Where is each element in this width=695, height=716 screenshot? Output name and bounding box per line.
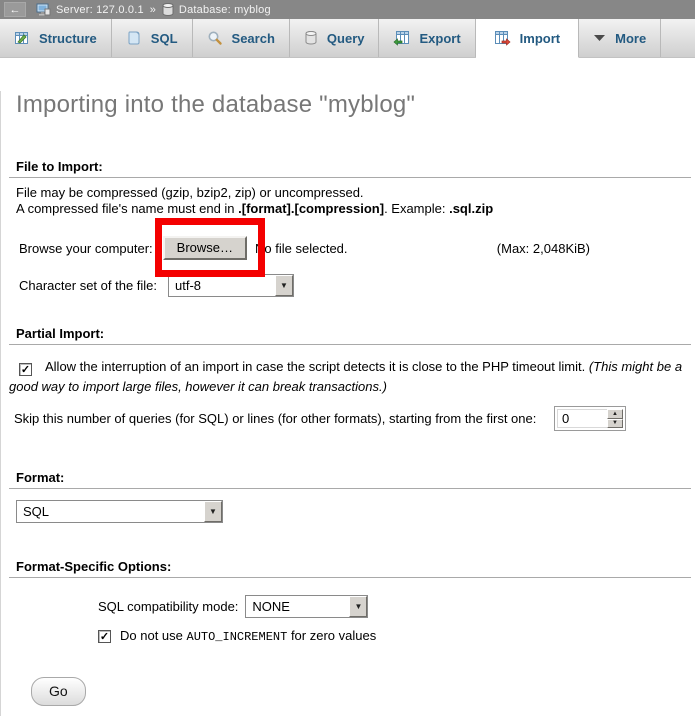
file-to-import-heading: File to Import: <box>9 159 691 178</box>
page-title: Importing into the database "myblog" <box>16 91 695 119</box>
format-select[interactable]: SQL ▼ <box>16 500 223 523</box>
server-icon <box>36 3 51 16</box>
tab-sql[interactable]: SQL <box>112 19 193 57</box>
tab-import[interactable]: Import <box>476 19 579 58</box>
import-content: Importing into the database "myblog" Fil… <box>0 91 695 716</box>
breadcrumb-database[interactable]: Database: myblog <box>179 4 271 16</box>
sql-compat-label: SQL compatibility mode: <box>98 599 238 614</box>
sql-compat-select[interactable]: NONE ▼ <box>245 595 368 618</box>
search-icon <box>207 30 223 46</box>
format-selected-value: SQL <box>17 501 204 522</box>
go-button[interactable]: Go <box>31 677 86 706</box>
format-heading: Format: <box>9 470 691 489</box>
breadcrumb-bar: ← Server: 127.0.0.1 » Database: myblog <box>0 0 695 19</box>
back-arrow-icon: ← <box>10 4 21 16</box>
stepper-down-icon[interactable]: ▼ <box>607 419 623 429</box>
sql-compat-row: SQL compatibility mode: NONE ▼ <box>98 595 695 618</box>
auto-increment-checkbox[interactable]: ✓ <box>98 630 111 643</box>
chevron-down-icon <box>593 34 606 42</box>
format-specific-heading: Format-Specific Options: <box>9 559 691 578</box>
tab-bar: Structure SQL Search Query Export <box>0 19 695 58</box>
export-icon <box>393 30 410 46</box>
tab-label: Search <box>232 31 275 46</box>
tab-label: SQL <box>151 31 178 46</box>
compression-info-line1: File may be compressed (gzip, bzip2, zip… <box>16 185 695 201</box>
structure-icon <box>14 30 30 46</box>
import-icon <box>494 30 511 46</box>
dropdown-arrow-icon: ▼ <box>275 275 293 296</box>
tab-export[interactable]: Export <box>379 19 475 57</box>
tab-label: Query <box>327 31 365 46</box>
tab-label: Export <box>419 31 460 46</box>
breadcrumb-separator: » <box>150 4 156 16</box>
skip-queries-value[interactable]: 0 <box>557 409 607 428</box>
phpmyadmin-import-page: ← Server: 127.0.0.1 » Database: myblog S… <box>0 0 695 716</box>
allow-interruption-checkbox[interactable]: ✓ <box>19 363 32 376</box>
tab-label: Import <box>520 31 560 46</box>
charset-selected-value: utf-8 <box>169 275 275 296</box>
tab-label: More <box>615 31 646 46</box>
allow-interruption-text: Allow the interruption of an import in c… <box>45 359 589 374</box>
dropdown-arrow-icon: ▼ <box>204 501 222 522</box>
back-button[interactable]: ← <box>4 2 26 17</box>
tab-search[interactable]: Search <box>193 19 290 57</box>
max-size-note: (Max: 2,048KiB) <box>497 241 590 256</box>
tab-query[interactable]: Query <box>290 19 380 57</box>
breadcrumb-server[interactable]: Server: 127.0.0.1 <box>56 4 144 16</box>
tab-structure[interactable]: Structure <box>0 19 112 57</box>
file-upload-row: Browse your computer: Browse… No file se… <box>19 236 695 260</box>
charset-row: Character set of the file: utf-8 ▼ <box>19 274 695 297</box>
tab-label: Structure <box>39 31 97 46</box>
sql-icon <box>126 30 142 46</box>
sql-compat-selected-value: NONE <box>246 596 349 617</box>
partial-import-heading: Partial Import: <box>9 326 691 345</box>
compression-info-line2: A compressed file's name must end in .[f… <box>16 201 695 217</box>
skip-queries-stepper[interactable]: 0 ▲ ▼ <box>554 406 626 431</box>
charset-select[interactable]: utf-8 ▼ <box>168 274 294 297</box>
auto-increment-text: Do not use AUTO_INCREMENT for zero value… <box>120 628 376 644</box>
tab-more[interactable]: More <box>579 19 661 57</box>
dropdown-arrow-icon: ▼ <box>349 596 367 617</box>
browse-button[interactable]: Browse… <box>163 236 247 260</box>
charset-label: Character set of the file: <box>19 278 168 293</box>
skip-queries-row: Skip this number of queries (for SQL) or… <box>14 406 626 431</box>
database-icon <box>162 3 174 16</box>
auto-increment-row: ✓ Do not use AUTO_INCREMENT for zero val… <box>98 628 695 644</box>
skip-queries-label: Skip this number of queries (for SQL) or… <box>14 411 536 426</box>
query-icon <box>304 30 318 46</box>
browse-label: Browse your computer: <box>19 241 153 256</box>
stepper-up-icon[interactable]: ▲ <box>607 409 623 419</box>
allow-interruption-row: ✓ Allow the interruption of an import in … <box>9 357 690 397</box>
no-file-selected-text: No file selected. <box>255 241 348 256</box>
